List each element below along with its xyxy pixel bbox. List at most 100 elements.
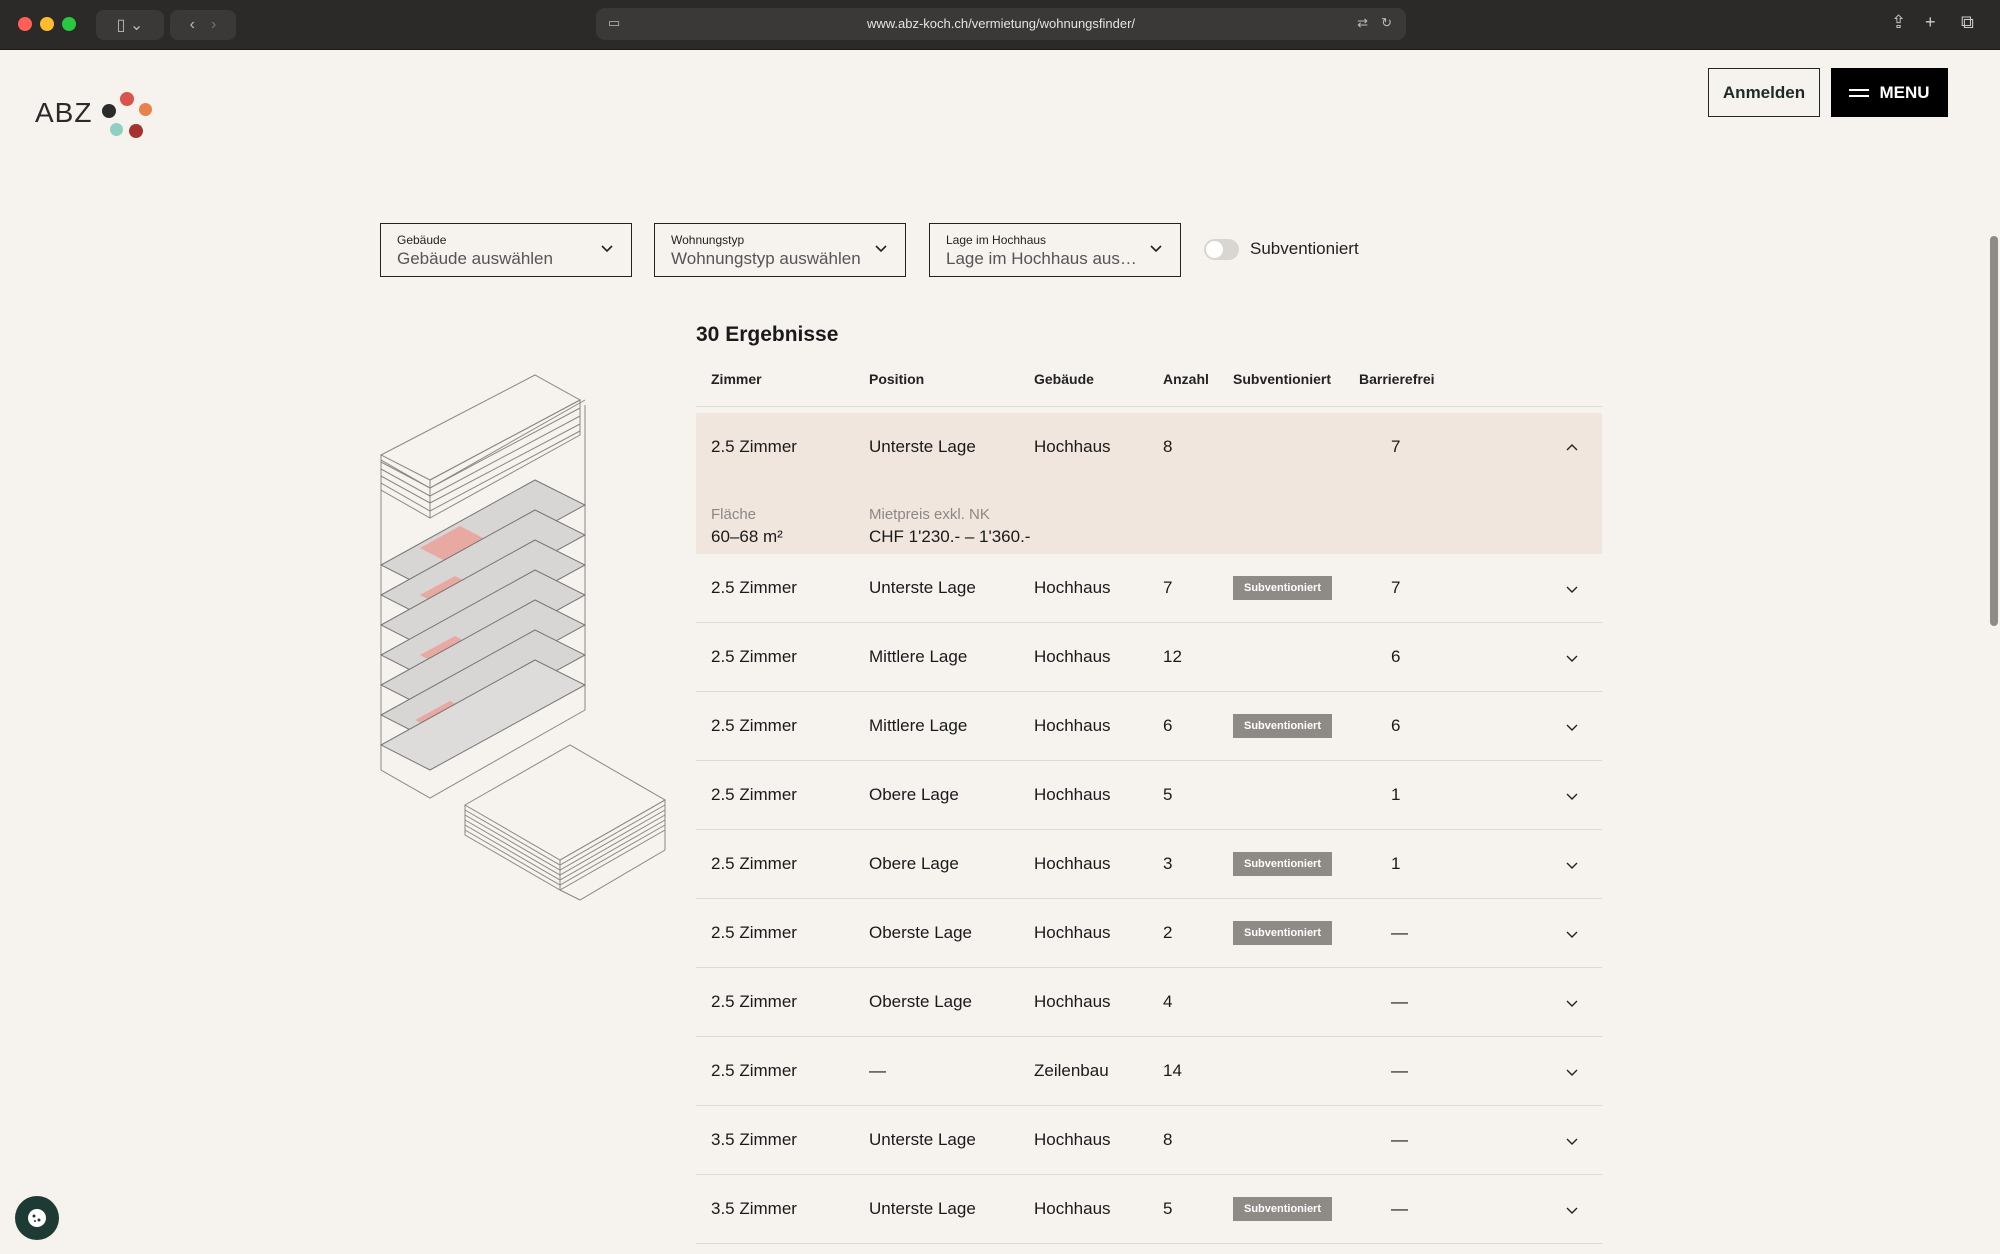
table-row[interactable]: 2.5 Zimmer Mittlere Lage Hochhaus 12 6 bbox=[696, 623, 1602, 692]
col-header-rooms[interactable]: Zimmer bbox=[711, 371, 762, 387]
cell-rooms: 3.5 Zimmer bbox=[711, 1199, 797, 1218]
back-icon[interactable]: ‹ bbox=[190, 16, 195, 34]
cell-rooms: 2.5 Zimmer bbox=[711, 785, 797, 804]
chevron-down-icon[interactable] bbox=[1564, 719, 1580, 735]
cell-accessible: — bbox=[1391, 1130, 1408, 1149]
table-row-expanded[interactable]: 2.5 Zimmer Unterste Lage Hochhaus 8 7 Fl… bbox=[696, 413, 1602, 554]
chevron-down-icon[interactable] bbox=[1564, 1202, 1580, 1218]
col-header-count[interactable]: Anzahl bbox=[1163, 371, 1209, 387]
cell-accessible: 6 bbox=[1391, 647, 1401, 666]
cell-count: 8 bbox=[1163, 1130, 1173, 1149]
subsidized-badge: Subventioniert bbox=[1233, 1197, 1333, 1221]
table-row[interactable]: 3.5 Zimmer Unterste Lage Hochhaus 8 — bbox=[696, 1106, 1602, 1175]
table-row[interactable]: 2.5 Zimmer Obere Lage Hochhaus 5 1 bbox=[696, 761, 1602, 830]
new-tab-icon[interactable]: + bbox=[1925, 12, 1936, 33]
table-row[interactable]: 2.5 Zimmer Mittlere Lage Hochhaus 6 Subv… bbox=[696, 692, 1602, 761]
cell-rooms: 2.5 Zimmer bbox=[711, 647, 797, 666]
scrollbar-thumb[interactable] bbox=[1990, 236, 1998, 626]
cell-position: Oberste Lage bbox=[869, 923, 973, 942]
chevron-down-icon[interactable] bbox=[1564, 926, 1580, 942]
menu-button[interactable]: MENU bbox=[1831, 68, 1948, 117]
address-bar[interactable]: ▭ www.abz-koch.ch/vermietung/wohnungsfin… bbox=[596, 8, 1406, 40]
cell-accessible: — bbox=[1391, 992, 1408, 1011]
cell-building: Zeilenbau bbox=[1034, 1061, 1109, 1080]
subsidized-toggle[interactable] bbox=[1204, 239, 1239, 260]
col-header-position[interactable]: Position bbox=[869, 371, 924, 387]
chevron-down-icon bbox=[601, 245, 613, 253]
cell-accessible: — bbox=[1391, 1061, 1408, 1080]
table-row[interactable]: 2.5 Zimmer — Zeilenbau 14 — bbox=[696, 1037, 1602, 1106]
cell-building: Hochhaus bbox=[1034, 578, 1111, 597]
building-select-label: Gebäude bbox=[397, 233, 447, 247]
forward-icon[interactable]: › bbox=[211, 16, 216, 34]
rent-label: Mietpreis exkl. NK bbox=[869, 506, 990, 523]
cell-count: 14 bbox=[1163, 1061, 1182, 1080]
table-row[interactable]: 2.5 Zimmer Oberste Lage Hochhaus 4 — bbox=[696, 968, 1602, 1037]
chevron-down-icon[interactable] bbox=[1564, 581, 1580, 597]
cell-count: 4 bbox=[1163, 992, 1173, 1011]
cookie-settings-button[interactable] bbox=[15, 1196, 59, 1240]
cell-building: Hochhaus bbox=[1034, 647, 1111, 666]
cell-position: Mittlere Lage bbox=[869, 647, 968, 666]
cell-rooms: 3.5 Zimmer bbox=[711, 1130, 797, 1149]
cell-count: 5 bbox=[1163, 1199, 1173, 1218]
building-select[interactable]: Gebäude Gebäude auswählen bbox=[380, 223, 632, 277]
cell-rooms: 2.5 Zimmer bbox=[711, 716, 797, 735]
cell-position: — bbox=[869, 1061, 886, 1080]
chevron-down-icon[interactable] bbox=[1564, 650, 1580, 666]
cell-accessible: 1 bbox=[1391, 785, 1401, 804]
col-header-subsidized[interactable]: Subventioniert bbox=[1233, 371, 1331, 387]
table-row[interactable]: 2.5 Zimmer Oberste Lage Hochhaus 2 Subve… bbox=[696, 899, 1602, 968]
share-icon[interactable]: ⇪ bbox=[1891, 12, 1906, 33]
chevron-down-icon[interactable] bbox=[1564, 1064, 1580, 1080]
table-row[interactable]: 2.5 Zimmer Unterste Lage Hochhaus 7 Subv… bbox=[696, 554, 1602, 623]
tower-position-select[interactable]: Lage im Hochhaus Lage im Hochhaus ausw..… bbox=[929, 223, 1181, 277]
area-value: 60–68 m² bbox=[711, 527, 783, 546]
apartment-type-select[interactable]: Wohnungstyp Wohnungstyp auswählen bbox=[654, 223, 906, 277]
rent-value: CHF 1'230.- – 1'360.- bbox=[869, 527, 1031, 546]
address-url: www.abz-koch.ch/vermietung/wohnungsfinde… bbox=[866, 16, 1136, 31]
menu-label: MENU bbox=[1879, 82, 1930, 102]
tower-position-select-label: Lage im Hochhaus bbox=[946, 233, 1047, 247]
subsidized-badge: Subventioniert bbox=[1233, 852, 1333, 876]
cell-building: Hochhaus bbox=[1034, 1130, 1111, 1149]
minimize-window-button[interactable] bbox=[40, 17, 54, 31]
cell-count: 3 bbox=[1163, 854, 1173, 873]
cell-rooms: 2.5 Zimmer bbox=[711, 854, 797, 873]
cell-count: 12 bbox=[1163, 647, 1182, 666]
history-nav: ‹ › bbox=[170, 10, 236, 40]
cell-count: 5 bbox=[1163, 785, 1173, 804]
translate-icon[interactable]: ⇄ bbox=[1357, 15, 1368, 31]
table-divider bbox=[696, 406, 1602, 407]
toggle-knob bbox=[1206, 241, 1223, 258]
cell-rooms: 2.5 Zimmer bbox=[711, 578, 797, 597]
hamburger-icon bbox=[1849, 88, 1870, 97]
chevron-down-icon[interactable] bbox=[1564, 1133, 1580, 1149]
close-window-button[interactable] bbox=[18, 17, 32, 31]
chevron-down-icon bbox=[875, 245, 887, 253]
chevron-up-icon[interactable] bbox=[1564, 440, 1580, 456]
cell-position: Mittlere Lage bbox=[869, 716, 968, 735]
subsidized-toggle-label: Subventioniert bbox=[1250, 239, 1359, 258]
cell-building: Hochhaus bbox=[1034, 854, 1111, 873]
cell-rooms: 2.5 Zimmer bbox=[711, 923, 797, 942]
scrollbar[interactable] bbox=[1988, 50, 2000, 1254]
maximize-window-button[interactable] bbox=[62, 17, 76, 31]
apartment-type-select-label: Wohnungstyp bbox=[671, 233, 745, 247]
col-header-building[interactable]: Gebäude bbox=[1034, 371, 1094, 387]
table-row[interactable]: 2.5 Zimmer Obere Lage Hochhaus 3 Subvent… bbox=[696, 830, 1602, 899]
chevron-down-icon[interactable] bbox=[1564, 788, 1580, 804]
tab-overview-icon[interactable]: ⧉ bbox=[1961, 12, 1974, 33]
cell-accessible: — bbox=[1391, 1199, 1408, 1218]
chevron-down-icon[interactable] bbox=[1564, 857, 1580, 873]
reload-icon[interactable]: ↻ bbox=[1381, 15, 1392, 31]
col-header-accessible[interactable]: Barrierefrei bbox=[1359, 371, 1435, 387]
chevron-down-icon[interactable] bbox=[1564, 995, 1580, 1011]
cell-count: 7 bbox=[1163, 578, 1173, 597]
cell-position: Unterste Lage bbox=[869, 437, 976, 456]
login-button[interactable]: Anmelden bbox=[1708, 68, 1820, 117]
cell-accessible: 7 bbox=[1391, 437, 1401, 456]
cell-count: 8 bbox=[1163, 437, 1173, 456]
table-row[interactable]: 3.5 Zimmer Unterste Lage Hochhaus 5 Subv… bbox=[696, 1175, 1602, 1244]
sidebar-toggle-button[interactable]: ▯ ⌄ bbox=[96, 10, 164, 40]
